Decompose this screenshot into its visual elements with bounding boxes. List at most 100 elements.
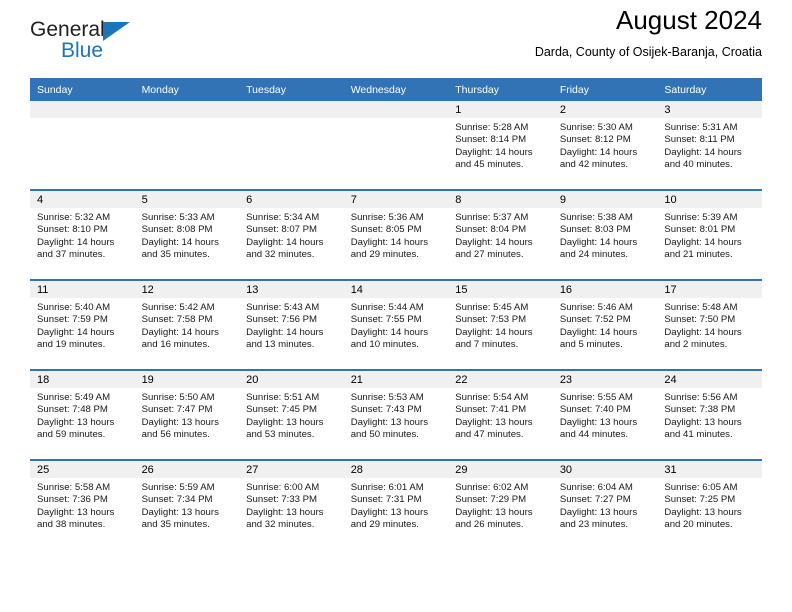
calendar-day-cell[interactable]: 15 Sunrise: 5:45 AM Sunset: 7:53 PM Dayligh…: [448, 279, 553, 370]
day-details: Sunrise: 5:59 AM Sunset: 7:34 PM Daylight:…: [135, 478, 240, 531]
daylight-duration-line2: and 35 minutes.: [141, 518, 210, 530]
daylight-duration-line2: and 50 minutes.: [350, 428, 419, 440]
day-cell-content: 3 Sunrise: 5:31 AM Sunset: 8:11 PM Daylight…: [657, 101, 762, 189]
calendar-day-cell[interactable]: 18 Sunrise: 5:49 AM Sunset: 7:48 PM Dayligh…: [30, 369, 135, 460]
day-details: Sunrise: 6:04 AM Sunset: 7:27 PM Daylight:…: [553, 478, 658, 531]
day-details: Sunrise: 5:30 AM Sunset: 8:12 PM Daylight:…: [553, 118, 658, 171]
daylight-duration-line2: and 32 minutes.: [246, 248, 315, 260]
day-cell-content: 6 Sunrise: 5:34 AM Sunset: 8:07 PM Daylight…: [239, 191, 344, 279]
daylight-duration-line1: Daylight: 14 hours: [559, 326, 638, 338]
calendar-day-cell[interactable]: 24 Sunrise: 5:56 AM Sunset: 7:38 PM Dayligh…: [657, 369, 762, 460]
calendar-day-cell[interactable]: 14 Sunrise: 5:44 AM Sunset: 7:55 PM Dayligh…: [343, 279, 449, 370]
sunset-time: Sunset: 8:04 PM: [455, 224, 527, 236]
daylight-duration-line1: Daylight: 13 hours: [350, 416, 429, 428]
day-cell-content: 22 Sunrise: 5:54 AM Sunset: 7:41 PM Dayligh…: [448, 371, 553, 459]
calendar-day-cell[interactable]: 11 Sunrise: 5:40 AM Sunset: 7:59 PM Dayligh…: [30, 279, 135, 370]
daylight-duration-line2: and 53 minutes.: [246, 428, 315, 440]
calendar-day-cell[interactable]: 16 Sunrise: 5:46 AM Sunset: 7:52 PM Dayligh…: [552, 279, 658, 370]
daylight-duration-line2: and 44 minutes.: [559, 428, 629, 440]
day-details: Sunrise: 5:37 AM Sunset: 8:04 PM Daylight:…: [448, 208, 553, 261]
calendar-day-cell[interactable]: 2 Sunrise: 5:30 AM Sunset: 8:12 PM Daylight…: [552, 101, 658, 190]
day-cell-content: [134, 101, 240, 189]
daylight-duration-line1: Daylight: 13 hours: [350, 506, 429, 518]
page-title: August 2024: [615, 5, 762, 35]
day-cell-content: 5 Sunrise: 5:33 AM Sunset: 8:08 PM Daylight…: [134, 191, 240, 279]
calendar-day-cell[interactable]: 9 Sunrise: 5:38 AM Sunset: 8:03 PM Daylight…: [552, 189, 658, 280]
calendar-day-cell[interactable]: 4 Sunrise: 5:32 AM Sunset: 8:10 PM Daylight…: [30, 189, 135, 280]
calendar-day-cell[interactable]: 8 Sunrise: 5:37 AM Sunset: 8:04 PM Daylight…: [448, 189, 553, 280]
calendar-day-cell[interactable]: 19 Sunrise: 5:50 AM Sunset: 7:47 PM Dayligh…: [134, 369, 240, 460]
daylight-duration-line2: and 56 minutes.: [141, 428, 210, 440]
day-details: Sunrise: 5:43 AM Sunset: 7:56 PM Daylight:…: [239, 298, 344, 351]
daylight-duration-line2: and 47 minutes.: [455, 428, 524, 440]
calendar-day-cell[interactable]: 7 Sunrise: 5:36 AM Sunset: 8:05 PM Daylight…: [343, 189, 449, 280]
day-cell-content: 19 Sunrise: 5:50 AM Sunset: 7:47 PM Dayligh…: [134, 371, 240, 459]
calendar-day-cell[interactable]: 25 Sunrise: 5:58 AM Sunset: 7:36 PM Dayligh…: [30, 459, 135, 549]
calendar-day-cell[interactable]: 28 Sunrise: 6:01 AM Sunset: 7:31 PM Dayligh…: [343, 459, 449, 549]
day-details: Sunrise: 5:45 AM Sunset: 7:53 PM Daylight:…: [448, 298, 553, 351]
calendar-day-cell[interactable]: 5 Sunrise: 5:33 AM Sunset: 8:08 PM Daylight…: [134, 189, 240, 280]
calendar-day-cell[interactable]: 22 Sunrise: 5:54 AM Sunset: 7:41 PM Dayligh…: [448, 369, 553, 460]
sunset-time: Sunset: 8:14 PM: [455, 134, 527, 146]
daylight-duration-line2: and 2 minutes.: [664, 338, 728, 350]
sunrise-time: Sunrise: 5:59 AM: [141, 482, 215, 493]
daylight-duration-line2: and 16 minutes.: [141, 338, 210, 350]
sunset-time: Sunset: 7:38 PM: [664, 404, 736, 416]
calendar-day-cell[interactable]: 23 Sunrise: 5:55 AM Sunset: 7:40 PM Dayligh…: [552, 369, 658, 460]
day-cell-content: 10 Sunrise: 5:39 AM Sunset: 8:01 PM Dayligh…: [657, 191, 762, 279]
calendar-day-cell[interactable]: 27 Sunrise: 6:00 AM Sunset: 7:33 PM Dayligh…: [239, 459, 344, 549]
calendar-day-cell[interactable]: 17 Sunrise: 5:48 AM Sunset: 7:50 PM Dayligh…: [657, 279, 762, 370]
daylight-duration-line1: Daylight: 14 hours: [141, 236, 219, 248]
calendar-day-cell[interactable]: 3 Sunrise: 5:31 AM Sunset: 8:11 PM Daylight…: [657, 101, 762, 190]
day-number: 7: [343, 191, 449, 208]
day-details: Sunrise: 5:42 AM Sunset: 7:58 PM Daylight:…: [135, 298, 240, 351]
sunset-time: Sunset: 8:03 PM: [559, 224, 631, 236]
sunset-time: Sunset: 7:41 PM: [455, 404, 527, 416]
daylight-duration-line1: Daylight: 14 hours: [559, 146, 638, 158]
sunset-time: Sunset: 7:48 PM: [37, 404, 108, 416]
calendar-day-cell[interactable]: 29 Sunrise: 6:02 AM Sunset: 7:29 PM Dayligh…: [448, 459, 553, 549]
sunrise-time: Sunrise: 5:31 AM: [664, 122, 738, 133]
calendar-day-cell[interactable]: 31 Sunrise: 6:05 AM Sunset: 7:25 PM Dayligh…: [657, 459, 762, 549]
sunrise-time: Sunrise: 5:53 AM: [350, 392, 424, 403]
sunset-time: Sunset: 7:43 PM: [350, 404, 422, 416]
calendar-day-cell[interactable]: 26 Sunrise: 5:59 AM Sunset: 7:34 PM Dayligh…: [134, 459, 240, 549]
calendar-week-row: 11 Sunrise: 5:40 AM Sunset: 7:59 PM Dayligh…: [30, 279, 762, 370]
calendar-day-cell[interactable]: 1 Sunrise: 5:28 AM Sunset: 8:14 PM Daylight…: [448, 101, 553, 190]
sunset-time: Sunset: 7:33 PM: [246, 494, 318, 506]
day-number: 27: [239, 461, 344, 478]
calendar-day-cell[interactable]: 12 Sunrise: 5:42 AM Sunset: 7:58 PM Dayligh…: [134, 279, 240, 370]
sunrise-time: Sunrise: 5:50 AM: [141, 392, 215, 403]
day-cell-content: 23 Sunrise: 5:55 AM Sunset: 7:40 PM Dayligh…: [552, 371, 658, 459]
day-details: Sunrise: 5:46 AM Sunset: 7:52 PM Daylight:…: [553, 298, 658, 351]
sunset-time: Sunset: 8:12 PM: [559, 134, 631, 146]
logo-triangle-icon: [103, 22, 130, 41]
sunset-time: Sunset: 7:29 PM: [455, 494, 527, 506]
calendar-day-cell[interactable]: 20 Sunrise: 5:51 AM Sunset: 7:45 PM Dayligh…: [239, 369, 344, 460]
calendar-week-row: 25 Sunrise: 5:58 AM Sunset: 7:36 PM Dayligh…: [30, 459, 762, 549]
sunrise-time: Sunrise: 5:38 AM: [559, 212, 633, 223]
sunrise-time: Sunrise: 5:40 AM: [37, 302, 111, 313]
calendar-day-cell[interactable]: 13 Sunrise: 5:43 AM Sunset: 7:56 PM Dayligh…: [239, 279, 344, 370]
generalblue-logo[interactable]: General Blue: [30, 18, 230, 70]
day-number: 11: [30, 281, 135, 298]
daylight-duration-line2: and 27 minutes.: [455, 248, 524, 260]
day-number: 14: [343, 281, 449, 298]
day-details: Sunrise: 5:40 AM Sunset: 7:59 PM Daylight:…: [30, 298, 135, 351]
calendar-empty-cell: [134, 101, 240, 190]
day-details: Sunrise: 5:48 AM Sunset: 7:50 PM Daylight:…: [657, 298, 762, 351]
calendar-day-cell[interactable]: 21 Sunrise: 5:53 AM Sunset: 7:43 PM Dayligh…: [343, 369, 449, 460]
day-cell-content: [343, 101, 449, 189]
calendar-day-cell[interactable]: 6 Sunrise: 5:34 AM Sunset: 8:07 PM Daylight…: [239, 189, 344, 280]
day-details: Sunrise: 5:58 AM Sunset: 7:36 PM Daylight:…: [30, 478, 135, 531]
sunrise-time: Sunrise: 5:30 AM: [559, 122, 633, 133]
day-details: Sunrise: 5:34 AM Sunset: 8:07 PM Daylight:…: [239, 208, 344, 261]
calendar-day-cell[interactable]: 30 Sunrise: 6:04 AM Sunset: 7:27 PM Dayligh…: [552, 459, 658, 549]
calendar-empty-cell: [343, 101, 449, 190]
day-number: [134, 101, 240, 118]
calendar-day-cell[interactable]: 10 Sunrise: 5:39 AM Sunset: 8:01 PM Dayligh…: [657, 189, 762, 280]
daylight-duration-line1: Daylight: 13 hours: [559, 416, 638, 428]
day-cell-content: [30, 101, 135, 189]
day-cell-content: 17 Sunrise: 5:48 AM Sunset: 7:50 PM Dayligh…: [657, 281, 762, 369]
daylight-duration-line1: Daylight: 14 hours: [246, 236, 324, 248]
